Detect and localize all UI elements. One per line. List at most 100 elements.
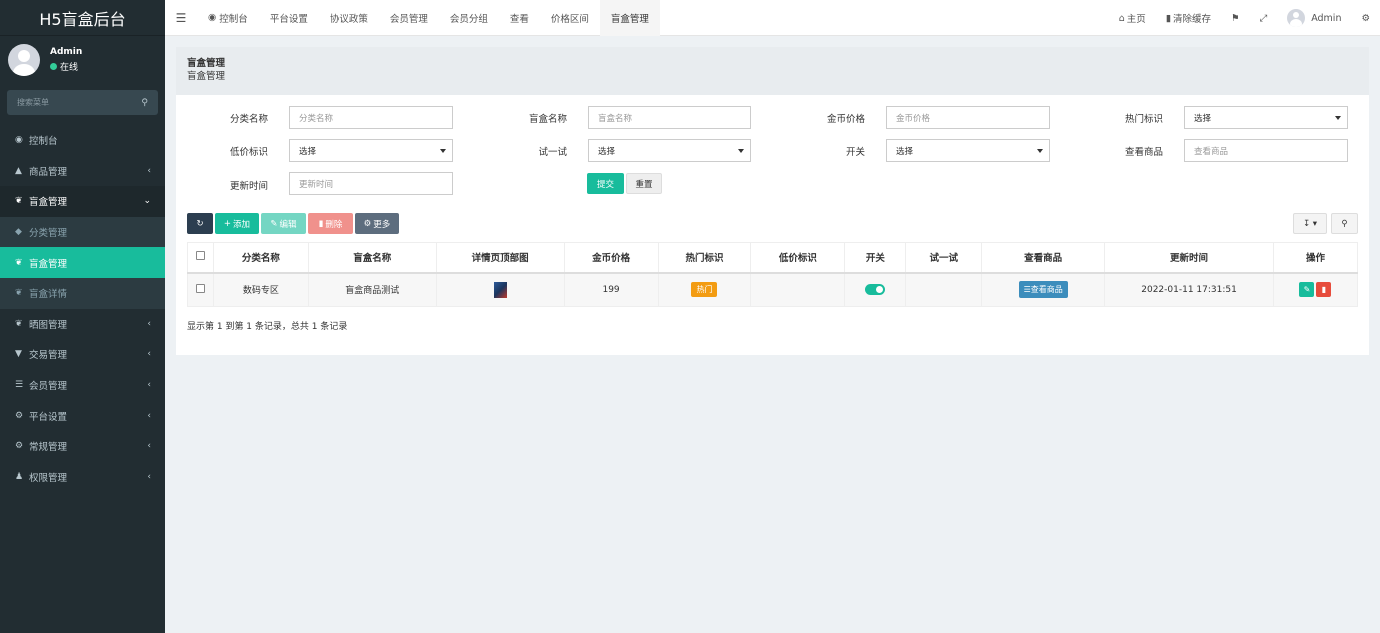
table-row[interactable]: 数码专区 盲盒商品测试 199 热门 ☰查看商品 2022-01-11 17:3…	[187, 272, 1359, 307]
chevron-left-icon: ‹	[147, 471, 151, 482]
user-name: Admin	[50, 47, 83, 57]
select-all-checkbox[interactable]	[195, 251, 205, 261]
tab-blindbox[interactable]: 盲盒管理	[599, 0, 660, 36]
filter-updated-input[interactable]: 更新时间	[289, 172, 453, 195]
list-icon: ☰	[15, 380, 24, 391]
filter-category-label: 分类名称	[229, 114, 268, 125]
filter-try-select[interactable]: 选择	[588, 139, 751, 162]
chevron-left-icon: ‹	[147, 380, 151, 391]
col-actions: 操作	[1272, 242, 1359, 274]
home-icon: ⌂	[1118, 12, 1125, 24]
user-panel: Admin 在线	[0, 36, 165, 84]
col-view[interactable]: 查看商品	[981, 242, 1106, 274]
breadcrumb: 盲盒管理 盲盒管理	[176, 47, 1369, 95]
sidebar-item-members[interactable]: ☰ 会员管理 ‹	[0, 370, 165, 401]
export-button[interactable]: ↧ ▾	[1293, 213, 1327, 234]
hot-badge[interactable]: 热门	[691, 282, 718, 298]
sidebar-item-photos[interactable]: ❦ 晒图管理 ‹	[0, 309, 165, 340]
col-category[interactable]: 分类名称	[212, 242, 309, 274]
col-switch[interactable]: 开关	[844, 242, 907, 274]
tab-members[interactable]: 会员管理	[379, 0, 439, 36]
trash-icon: ▮	[1165, 12, 1172, 24]
avatar	[8, 44, 40, 76]
settings-cogs-icon[interactable]: ⚙	[1351, 13, 1380, 24]
refresh-button[interactable]: ↻	[187, 213, 213, 234]
row-checkbox[interactable]	[195, 283, 205, 293]
row-delete-button[interactable]: ▮	[1316, 282, 1332, 298]
view-products-button[interactable]: ☰查看商品	[1018, 281, 1068, 299]
reset-button[interactable]: 重置	[626, 173, 662, 194]
col-name[interactable]: 盲盒名称	[307, 242, 437, 274]
sidebar-item-general[interactable]: ⚙ 常规管理 ‹	[0, 431, 165, 462]
cell-price: 199	[563, 272, 659, 307]
caret-down-icon	[738, 148, 744, 153]
sidebar-search-input[interactable]: 搜索菜单 ⚲	[7, 90, 158, 115]
home-link[interactable]: ⌂ 主页	[1109, 11, 1156, 26]
filter-hot-select[interactable]: 选择	[1184, 106, 1348, 129]
filter-low-select[interactable]: 选择	[289, 139, 453, 162]
fullscreen-icon[interactable]: ⤢	[1250, 13, 1278, 24]
user-menu[interactable]: Admin	[1277, 9, 1351, 27]
sidebar-item-blindbox[interactable]: ❦ 盲盒管理 ⌄	[0, 186, 165, 217]
submit-button[interactable]: 提交	[587, 173, 624, 194]
page-subtitle: 盲盒管理	[187, 71, 226, 82]
col-try[interactable]: 试一试	[905, 242, 983, 274]
more-button[interactable]: ⚙ 更多	[355, 213, 399, 234]
sidebar: H5盲盒后台 Admin 在线 搜索菜单 ⚲ ◉ 控制台 ▲ 商品管理 ‹ ❦ 盲盒管理…	[0, 0, 165, 633]
list-icon: ☰	[1023, 285, 1031, 295]
edit-button[interactable]: ✎ 编辑	[261, 213, 306, 234]
delete-button[interactable]: ▮ 删除	[308, 213, 353, 234]
tab-dashboard[interactable]: ◉ 控制台	[197, 0, 259, 36]
cell-image	[435, 272, 565, 307]
tab-view[interactable]: 查看	[499, 0, 540, 36]
filter-view-input[interactable]: 查看商品	[1184, 139, 1348, 162]
sidebar-item-category[interactable]: ◆ 分类管理	[0, 216, 165, 248]
tab-member-groups[interactable]: 会员分组	[439, 0, 499, 36]
cell-name: 盲盒商品测试	[307, 272, 437, 307]
table-header-row: 分类名称 盲盒名称 详情页顶部图 金币价格 热门标识 低价标识 开关 试一试 查…	[187, 242, 1359, 274]
trash-icon: ▮	[318, 218, 324, 229]
col-updated[interactable]: 更新时间	[1104, 242, 1274, 274]
cell-updated: 2022-01-11 17:31:51	[1104, 272, 1274, 307]
filter-category-input[interactable]: 分类名称	[289, 106, 453, 129]
caret-down-icon	[1037, 148, 1043, 153]
col-low[interactable]: 低价标识	[750, 242, 846, 274]
sidebar-item-trades[interactable]: ▼ 交易管理 ‹	[0, 339, 165, 370]
pencil-icon: ✎	[1303, 285, 1311, 295]
switch-toggle[interactable]	[865, 284, 886, 296]
tab-price-range[interactable]: 价格区间	[540, 0, 600, 36]
gift-icon: ❦	[15, 318, 23, 329]
sidebar-item-permissions[interactable]: ♟ 权限管理 ‹	[0, 462, 165, 493]
col-image[interactable]: 详情页顶部图	[435, 242, 565, 274]
group-icon: ♟	[15, 471, 24, 482]
trash-icon: ▮	[1321, 285, 1327, 295]
sidebar-item-dashboard[interactable]: ◉ 控制台	[0, 125, 165, 156]
search-toggle-button[interactable]: ⚲	[1331, 213, 1358, 234]
detail-thumbnail[interactable]	[493, 281, 507, 298]
tab-agreements[interactable]: 协议政策	[319, 0, 379, 36]
filter-updated-label: 更新时间	[229, 181, 268, 192]
menu-toggle-icon[interactable]: ☰	[165, 11, 197, 25]
cart-icon: ▼	[15, 349, 22, 360]
sidebar-item-products[interactable]: ▲ 商品管理 ‹	[0, 156, 165, 187]
row-edit-button[interactable]: ✎	[1299, 282, 1315, 298]
filter-try-label: 试一试	[538, 147, 567, 158]
filter-switch-select[interactable]: 选择	[886, 139, 1050, 162]
language-icon[interactable]: ⚑	[1221, 13, 1250, 24]
filter-hot-label: 热门标识	[1124, 114, 1163, 125]
sidebar-item-blindbox-manage[interactable]: ❦ 盲盒管理	[0, 247, 165, 278]
add-button[interactable]: + 添加	[215, 213, 259, 234]
cell-hot: 热门	[657, 272, 752, 307]
clear-cache-button[interactable]: ▮ 清除缓存	[1156, 11, 1221, 26]
col-price[interactable]: 金币价格	[563, 242, 659, 274]
filter-price-input[interactable]: 金币价格	[886, 106, 1050, 129]
sidebar-item-blindbox-detail[interactable]: ❦ 盲盒详情	[0, 277, 165, 309]
col-hot[interactable]: 热门标识	[657, 242, 752, 274]
chevron-left-icon: ‹	[147, 410, 151, 421]
sidebar-item-platform[interactable]: ⚙ 平台设置 ‹	[0, 400, 165, 431]
filter-boxname-input[interactable]: 盲盒名称	[588, 106, 751, 129]
filter-price-label: 金币价格	[826, 114, 865, 125]
row-select-cell	[187, 272, 214, 307]
tab-platform-settings[interactable]: 平台设置	[259, 0, 319, 36]
app-logo[interactable]: H5盲盒后台	[0, 0, 165, 36]
